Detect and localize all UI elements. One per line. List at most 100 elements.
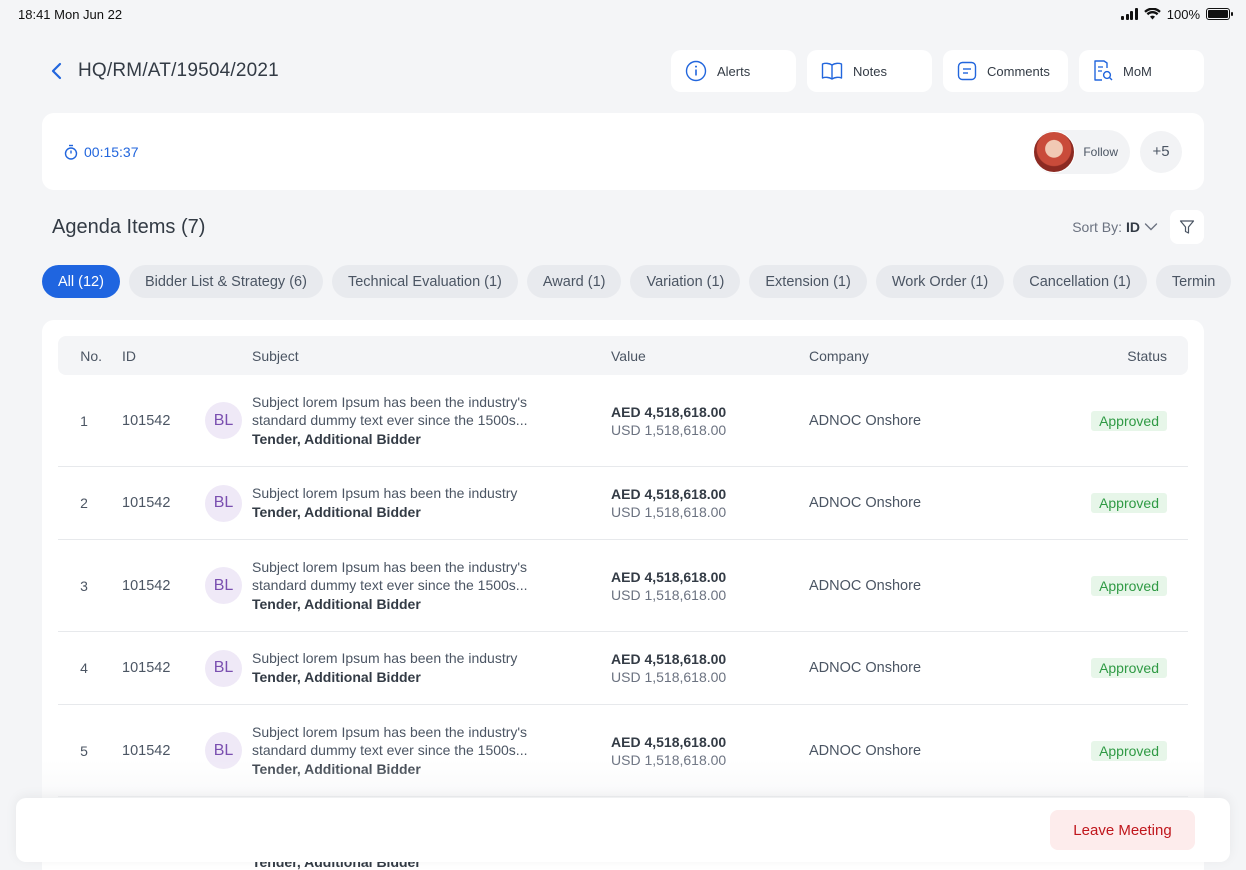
chevron-down-icon — [1144, 223, 1158, 231]
value-aed: AED 4,518,618.00 — [611, 403, 727, 420]
subject-tag: Tender, Additional Bidder — [252, 669, 421, 685]
subject-line: Subject lorem Ipsum has been the industr… — [252, 650, 518, 666]
tab-work-order[interactable]: Work Order (1) — [875, 265, 1005, 298]
row-company: ADNOC Onshore — [809, 742, 922, 759]
mom-label: MoM — [1123, 63, 1152, 79]
table-row[interactable]: 3 101542 BL Subject lorem Ipsum has been… — [58, 540, 1188, 632]
tab-award[interactable]: Award (1) — [526, 265, 622, 298]
tab-technical-evaluation[interactable]: Technical Evaluation (1) — [331, 265, 518, 298]
value-usd: USD 1,518,618.00 — [611, 504, 727, 520]
status-badge: Approved — [1091, 658, 1167, 678]
row-value: AED 4,518,618.00 USD 1,518,618.00 — [611, 568, 809, 604]
row-number: 5 — [80, 742, 88, 759]
row-value: AED 4,518,618.00 USD 1,518,618.00 — [611, 403, 809, 439]
table-row[interactable]: 4 101542 BL Subject lorem Ipsum has been… — [58, 632, 1188, 705]
table-header: No. ID Subject Value Company Status — [58, 336, 1188, 375]
subject-tag: Tender, Additional Bidder — [252, 504, 421, 520]
row-company: ADNOC Onshore — [809, 412, 922, 429]
row-company: ADNOC Onshore — [809, 660, 922, 676]
subject-line: standard dummy text ever since the 1500s… — [252, 411, 528, 428]
initials-avatar: BL — [205, 402, 242, 439]
tab-variation[interactable]: Variation (1) — [630, 265, 741, 298]
book-icon — [821, 62, 843, 80]
column-header-no: No. — [80, 347, 102, 364]
row-id: 101542 — [122, 660, 171, 676]
column-header-value: Value — [611, 347, 646, 364]
tab-extension[interactable]: Extension (1) — [749, 265, 867, 298]
column-header-id: ID — [122, 347, 136, 364]
timer-value: 00:15:37 — [84, 143, 139, 160]
tab-all[interactable]: All (12) — [42, 265, 120, 298]
status-time: 18:41 Mon Jun 22 — [18, 6, 123, 22]
column-header-status: Status — [1127, 347, 1167, 364]
initials-avatar: BL — [205, 567, 242, 604]
avatar — [1033, 130, 1076, 173]
subject-tag: Tender, Additional Bidder — [252, 595, 421, 612]
agenda-header: Agenda Items (7) Sort By: ID — [52, 210, 1204, 244]
tab-cancellation[interactable]: Cancellation (1) — [1013, 265, 1147, 298]
row-number: 1 — [80, 412, 88, 429]
row-value: AED 4,518,618.00 USD 1,518,618.00 — [611, 650, 809, 686]
value-usd: USD 1,518,618.00 — [611, 586, 727, 603]
tab-termination[interactable]: Termin — [1155, 265, 1232, 298]
page-header: HQ/RM/AT/19504/2021 Alerts Notes Comment… — [42, 50, 1204, 92]
subject-line: standard dummy text ever since the 1500s… — [252, 576, 528, 593]
document-search-icon — [1094, 60, 1113, 81]
row-id: 101542 — [122, 495, 171, 511]
mom-button[interactable]: MoM — [1079, 50, 1204, 92]
value-aed: AED 4,518,618.00 — [611, 568, 727, 585]
more-participants-button[interactable]: +5 — [1140, 130, 1182, 173]
subject-line: Subject lorem Ipsum has been the industr… — [252, 723, 528, 740]
subject-tag: Tender, Additional Bidder — [252, 430, 421, 447]
comment-icon — [957, 61, 977, 81]
comments-button[interactable]: Comments — [943, 50, 1068, 92]
notes-label: Notes — [853, 63, 887, 79]
filter-button[interactable] — [1170, 210, 1204, 244]
table-row[interactable]: 1 101542 BL Subject lorem Ipsum has been… — [58, 375, 1188, 467]
row-subject: Subject lorem Ipsum has been the industr… — [252, 484, 611, 522]
page-title: HQ/RM/AT/19504/2021 — [78, 60, 279, 81]
back-chevron-icon[interactable] — [46, 61, 66, 81]
follow-button[interactable]: Follow — [1033, 129, 1130, 174]
row-value: AED 4,518,618.00 USD 1,518,618.00 — [611, 485, 809, 521]
row-company: ADNOC Onshore — [809, 495, 922, 511]
row-number: 4 — [80, 660, 88, 676]
row-subject: Subject lorem Ipsum has been the industr… — [252, 393, 611, 449]
agenda-category-tabs: All (12) Bidder List & Strategy (6) Tech… — [42, 265, 1246, 299]
status-badge: Approved — [1091, 493, 1167, 513]
leave-meeting-button[interactable]: Leave Meeting — [1050, 810, 1195, 850]
sort-dropdown[interactable]: Sort By: ID — [1072, 219, 1158, 235]
column-header-company: Company — [809, 347, 869, 364]
subject-line: Subject lorem Ipsum has been the industr… — [252, 393, 528, 410]
row-number: 3 — [80, 577, 88, 594]
signal-icon — [1121, 8, 1138, 20]
initials-avatar: BL — [205, 649, 242, 687]
status-badge: Approved — [1091, 740, 1167, 761]
sort-value: ID — [1126, 219, 1140, 235]
comments-label: Comments — [987, 63, 1050, 79]
row-subject: Subject lorem Ipsum has been the industr… — [252, 558, 611, 614]
table-body: 1 101542 BL Subject lorem Ipsum has been… — [58, 375, 1188, 797]
row-id: 101542 — [122, 412, 171, 429]
value-aed: AED 4,518,618.00 — [611, 651, 727, 667]
meeting-info-card: 00:15:37 Follow +5 — [42, 113, 1204, 190]
header-actions: Alerts Notes Comments MoM — [671, 50, 1204, 92]
meeting-timer: 00:15:37 — [64, 144, 139, 160]
info-icon — [685, 60, 707, 82]
initials-avatar: BL — [205, 484, 242, 522]
agenda-title: Agenda Items (7) — [52, 215, 206, 238]
app-screen: 18:41 Mon Jun 22 100% HQ/RM/AT/19504/202… — [0, 0, 1246, 870]
value-aed: AED 4,518,618.00 — [611, 733, 727, 750]
battery-percent: 100% — [1166, 6, 1200, 22]
alerts-label: Alerts — [717, 63, 751, 79]
alerts-button[interactable]: Alerts — [671, 50, 796, 92]
notes-button[interactable]: Notes — [807, 50, 932, 92]
tab-bidder-list-strategy[interactable]: Bidder List & Strategy (6) — [128, 265, 323, 298]
value-usd: USD 1,518,618.00 — [611, 421, 727, 438]
sort-label: Sort By: — [1072, 219, 1122, 235]
table-row[interactable]: 2 101542 BL Subject lorem Ipsum has been… — [58, 467, 1188, 540]
subject-line: Subject lorem Ipsum has been the industr… — [252, 485, 518, 501]
wifi-icon — [1143, 8, 1161, 20]
value-aed: AED 4,518,618.00 — [611, 486, 727, 502]
subject-line: standard dummy text ever since the 1500s… — [252, 741, 528, 758]
